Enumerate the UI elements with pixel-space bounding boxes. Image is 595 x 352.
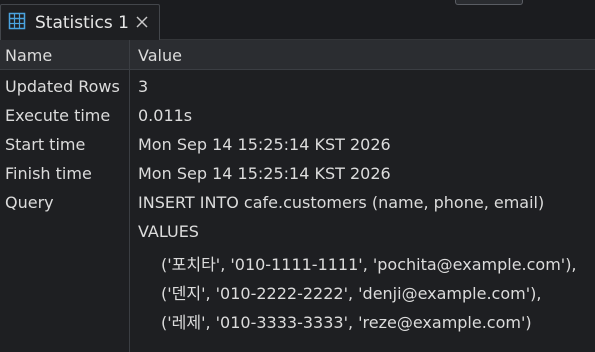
statistics-panel: Statistics 1 Name Value Updated Rows 3 E… (0, 0, 595, 352)
tab-bar: Statistics 1 (0, 0, 595, 40)
table-header: Name Value (0, 40, 595, 70)
query-line: ('덴지', '010-2222-2222', 'denji@example.c… (161, 284, 542, 303)
row-value: 3 (138, 77, 149, 96)
query-line: VALUES (138, 222, 199, 241)
toolbar-button-edge[interactable] (455, 0, 523, 5)
row-value: Mon Sep 14 15:25:14 KST 2026 (138, 135, 391, 154)
row-name: Start time (5, 135, 86, 154)
table-row[interactable]: Execute time 0.011s (0, 102, 595, 131)
row-name: Query (5, 193, 54, 212)
close-icon[interactable] (134, 14, 150, 30)
table-grid-icon (8, 12, 26, 30)
row-name: Finish time (5, 164, 92, 183)
row-value: Mon Sep 14 15:25:14 KST 2026 (138, 164, 391, 183)
tab-title: Statistics 1 (35, 13, 129, 33)
table-row[interactable]: Updated Rows 3 (0, 73, 595, 102)
column-header-name[interactable]: Name (5, 46, 52, 65)
row-value: 0.011s (138, 106, 193, 125)
table-row[interactable]: Start time Mon Sep 14 15:25:14 KST 2026 (0, 131, 595, 160)
query-line: ('포치타', '010-1111-1111', 'pochita@exampl… (161, 255, 577, 274)
table-row[interactable]: Finish time Mon Sep 14 15:25:14 KST 2026 (0, 160, 595, 189)
tab-statistics-1[interactable]: Statistics 1 (0, 4, 160, 40)
row-name: Execute time (5, 106, 111, 125)
query-line: ('레제', '010-3333-3333', 'reze@example.co… (161, 313, 532, 332)
query-row[interactable]: Query INSERT INTO cafe.customers (name, … (0, 189, 595, 339)
query-line: INSERT INTO cafe.customers (name, phone,… (138, 193, 545, 212)
column-header-value[interactable]: Value (138, 46, 182, 65)
row-name: Updated Rows (5, 77, 120, 96)
